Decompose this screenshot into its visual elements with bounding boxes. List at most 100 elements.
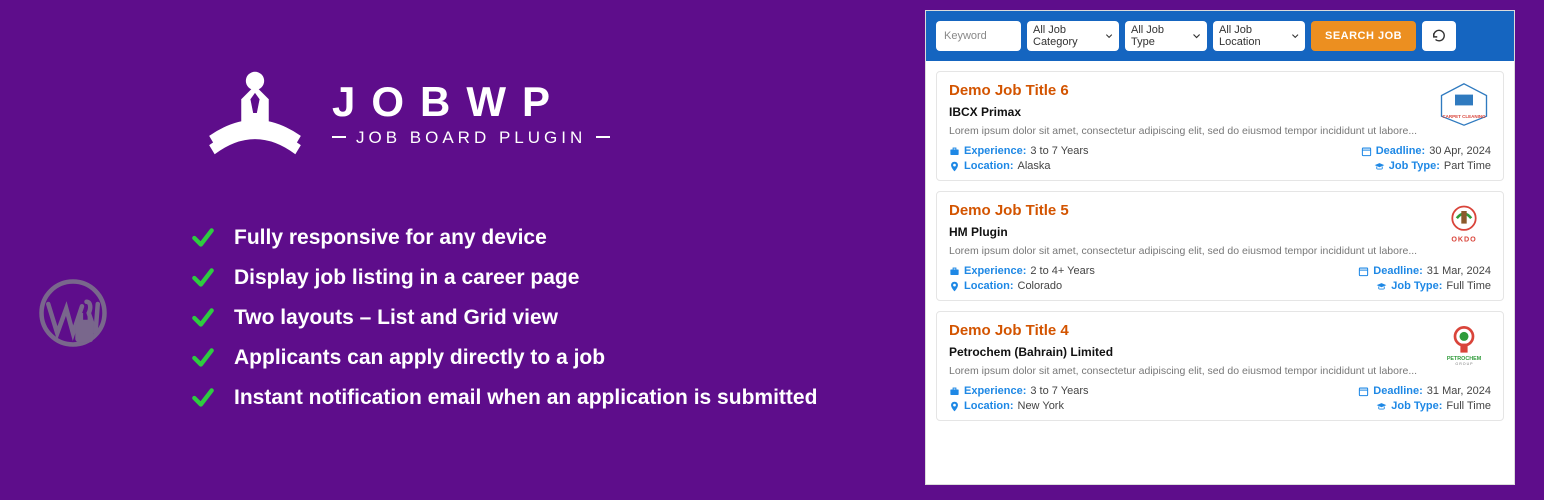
feature-text: Display job listing in a career page [234, 266, 579, 290]
reset-button[interactable] [1422, 21, 1456, 51]
feature-item: Instant notification email when an appli… [190, 385, 817, 411]
job-meta: Experience: 3 to 7 Years Location: Alask… [949, 145, 1491, 172]
job-desc: Lorem ipsum dolor sit amet, consectetur … [949, 245, 1491, 257]
experience-label: Experience: [964, 265, 1026, 277]
svg-text:CARPET CLEANING: CARPET CLEANING [1442, 114, 1486, 119]
location-select[interactable]: All Job Location [1213, 21, 1305, 51]
check-icon [190, 265, 216, 291]
keyword-placeholder: Keyword [944, 30, 987, 42]
location-select-label: All Job Location [1219, 24, 1285, 48]
deadline-value: 30 Apr, 2024 [1429, 145, 1491, 157]
company-logo: OKDO [1437, 202, 1491, 246]
job-card[interactable]: Demo Job Title 6 IBCX Primax Lorem ipsum… [936, 71, 1504, 181]
search-job-button[interactable]: SEARCH JOB [1311, 21, 1416, 51]
experience-value: 3 to 7 Years [1030, 385, 1088, 397]
refresh-icon [1432, 29, 1446, 43]
job-desc: Lorem ipsum dolor sit amet, consectetur … [949, 125, 1491, 137]
wordpress-icon [35, 275, 110, 350]
jobtype-value: Part Time [1444, 160, 1491, 172]
job-title: Demo Job Title 6 [949, 82, 1491, 99]
gradcap-icon [1376, 281, 1387, 292]
brand-subtitle-wrap: JOB BOARD PLUGIN [332, 126, 610, 148]
deadline-value: 31 Mar, 2024 [1427, 265, 1491, 277]
company-logo: PETROCHEM G R O U P [1437, 322, 1491, 366]
location-icon [949, 281, 960, 292]
svg-text:G R O U P: G R O U P [1455, 362, 1473, 366]
job-meta: Experience: 2 to 4+ Years Location: Colo… [949, 265, 1491, 292]
gradcap-icon [1376, 401, 1387, 412]
job-company: IBCX Primax [949, 105, 1491, 119]
location-label: Location: [964, 280, 1014, 292]
brand-subtitle: JOB BOARD PLUGIN [356, 128, 586, 148]
svg-text:OKDO: OKDO [1451, 234, 1476, 243]
job-company: HM Plugin [949, 225, 1491, 239]
jobtype-label: Job Type: [1389, 160, 1440, 172]
jobtype-select[interactable]: All Job Type [1125, 21, 1207, 51]
calendar-icon [1358, 386, 1369, 397]
job-desc: Lorem ipsum dolor sit amet, consectetur … [949, 365, 1491, 377]
jobtype-value: Full Time [1446, 400, 1491, 412]
logo-icon [200, 58, 310, 168]
company-logo: CARPET CLEANING [1437, 82, 1491, 126]
feature-text: Applicants can apply directly to a job [234, 346, 605, 370]
feature-text: Instant notification email when an appli… [234, 386, 817, 410]
check-icon [190, 385, 216, 411]
location-label: Location: [964, 160, 1014, 172]
experience-label: Experience: [964, 145, 1026, 157]
location-value: Alaska [1018, 160, 1051, 172]
logo-block: JOBWP JOB BOARD PLUGIN [200, 58, 610, 168]
chevron-down-icon [1192, 31, 1201, 41]
experience-value: 2 to 4+ Years [1030, 265, 1095, 277]
feature-item: Applicants can apply directly to a job [190, 345, 817, 371]
check-icon [190, 305, 216, 331]
deadline-value: 31 Mar, 2024 [1427, 385, 1491, 397]
feature-item: Display job listing in a career page [190, 265, 817, 291]
deadline-label: Deadline: [1373, 265, 1423, 277]
chevron-down-icon [1105, 31, 1113, 41]
keyword-input[interactable]: Keyword [936, 21, 1021, 51]
briefcase-icon [949, 266, 960, 277]
svg-text:PETROCHEM: PETROCHEM [1447, 355, 1482, 361]
calendar-icon [1358, 266, 1369, 277]
feature-list: Fully responsive for any device Display … [190, 225, 817, 425]
location-label: Location: [964, 400, 1014, 412]
check-icon [190, 225, 216, 251]
jobtype-label: Job Type: [1391, 280, 1442, 292]
job-company: Petrochem (Bahrain) Limited [949, 345, 1491, 359]
check-icon [190, 345, 216, 371]
deadline-label: Deadline: [1373, 385, 1423, 397]
job-listing: Demo Job Title 6 IBCX Primax Lorem ipsum… [926, 61, 1514, 421]
location-icon [949, 401, 960, 412]
category-select-label: All Job Category [1033, 24, 1099, 48]
location-value: Colorado [1018, 280, 1063, 292]
job-title: Demo Job Title 4 [949, 322, 1491, 339]
job-meta: Experience: 3 to 7 Years Location: New Y… [949, 385, 1491, 412]
feature-item: Fully responsive for any device [190, 225, 817, 251]
deadline-label: Deadline: [1376, 145, 1426, 157]
location-icon [949, 161, 960, 172]
job-board-panel: Keyword All Job Category All Job Type Al… [925, 10, 1515, 485]
logo-text-group: JOBWP JOB BOARD PLUGIN [332, 78, 610, 148]
feature-text: Fully responsive for any device [234, 226, 547, 250]
category-select[interactable]: All Job Category [1027, 21, 1119, 51]
calendar-icon [1361, 146, 1372, 157]
experience-value: 3 to 7 Years [1030, 145, 1088, 157]
location-value: New York [1018, 400, 1064, 412]
jobtype-value: Full Time [1446, 280, 1491, 292]
search-bar: Keyword All Job Category All Job Type Al… [926, 11, 1514, 61]
brand-title: JOBWP [332, 78, 610, 126]
left-hero: JOBWP JOB BOARD PLUGIN Fully responsive … [0, 0, 920, 500]
experience-label: Experience: [964, 385, 1026, 397]
job-card[interactable]: Demo Job Title 5 HM Plugin Lorem ipsum d… [936, 191, 1504, 301]
jobtype-label: Job Type: [1391, 400, 1442, 412]
job-title: Demo Job Title 5 [949, 202, 1491, 219]
job-card[interactable]: Demo Job Title 4 Petrochem (Bahrain) Lim… [936, 311, 1504, 421]
feature-text: Two layouts – List and Grid view [234, 306, 558, 330]
briefcase-icon [949, 386, 960, 397]
jobtype-select-label: All Job Type [1131, 24, 1186, 48]
search-job-button-label: SEARCH JOB [1325, 30, 1402, 42]
briefcase-icon [949, 146, 960, 157]
feature-item: Two layouts – List and Grid view [190, 305, 817, 331]
gradcap-icon [1374, 161, 1385, 172]
chevron-down-icon [1291, 31, 1299, 41]
